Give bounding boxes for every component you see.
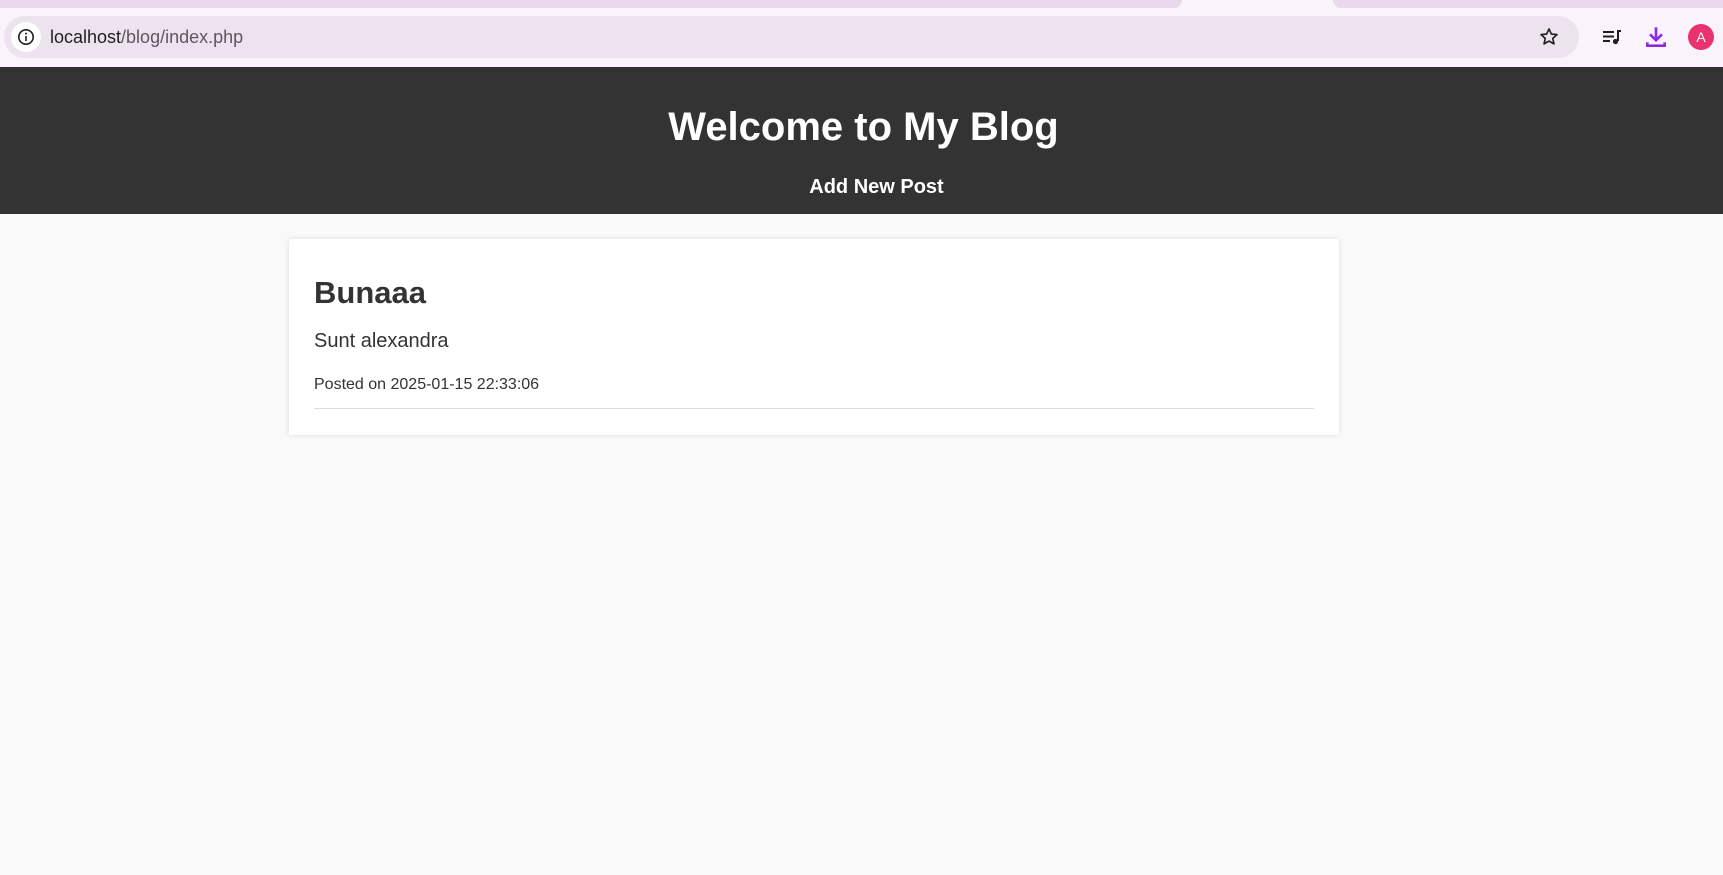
- url-path: /blog/index.php: [121, 27, 244, 47]
- profile-avatar[interactable]: A: [1688, 24, 1714, 50]
- info-icon[interactable]: [11, 22, 41, 52]
- add-new-post-link[interactable]: Add New Post: [0, 176, 1723, 199]
- site-header: Welcome to My Blog Add New Post: [0, 67, 1723, 214]
- browser-toolbar: localhost/blog/index.php A: [0, 10, 1723, 67]
- url-text[interactable]: localhost/blog/index.php: [50, 16, 243, 58]
- post-card: Bunaaa Sunt alexandra Posted on 2025-01-…: [289, 239, 1339, 435]
- divider: [314, 408, 1314, 409]
- post-timestamp: Posted on 2025-01-15 22:33:06: [314, 376, 540, 393]
- star-icon[interactable]: [1537, 25, 1561, 49]
- url-host: localhost: [50, 27, 122, 47]
- post-title: Bunaaa: [314, 275, 426, 310]
- browser-tab[interactable]: [1333, 0, 1723, 8]
- download-icon[interactable]: [1641, 22, 1671, 52]
- page-title: Welcome to My Blog: [668, 105, 1059, 149]
- tab-strip: [0, 0, 1723, 10]
- browser-tab[interactable]: [0, 0, 1182, 8]
- post-content: Sunt alexandra: [314, 330, 449, 352]
- address-bar[interactable]: localhost/blog/index.php: [4, 16, 1579, 58]
- playlist-icon[interactable]: [1597, 22, 1627, 52]
